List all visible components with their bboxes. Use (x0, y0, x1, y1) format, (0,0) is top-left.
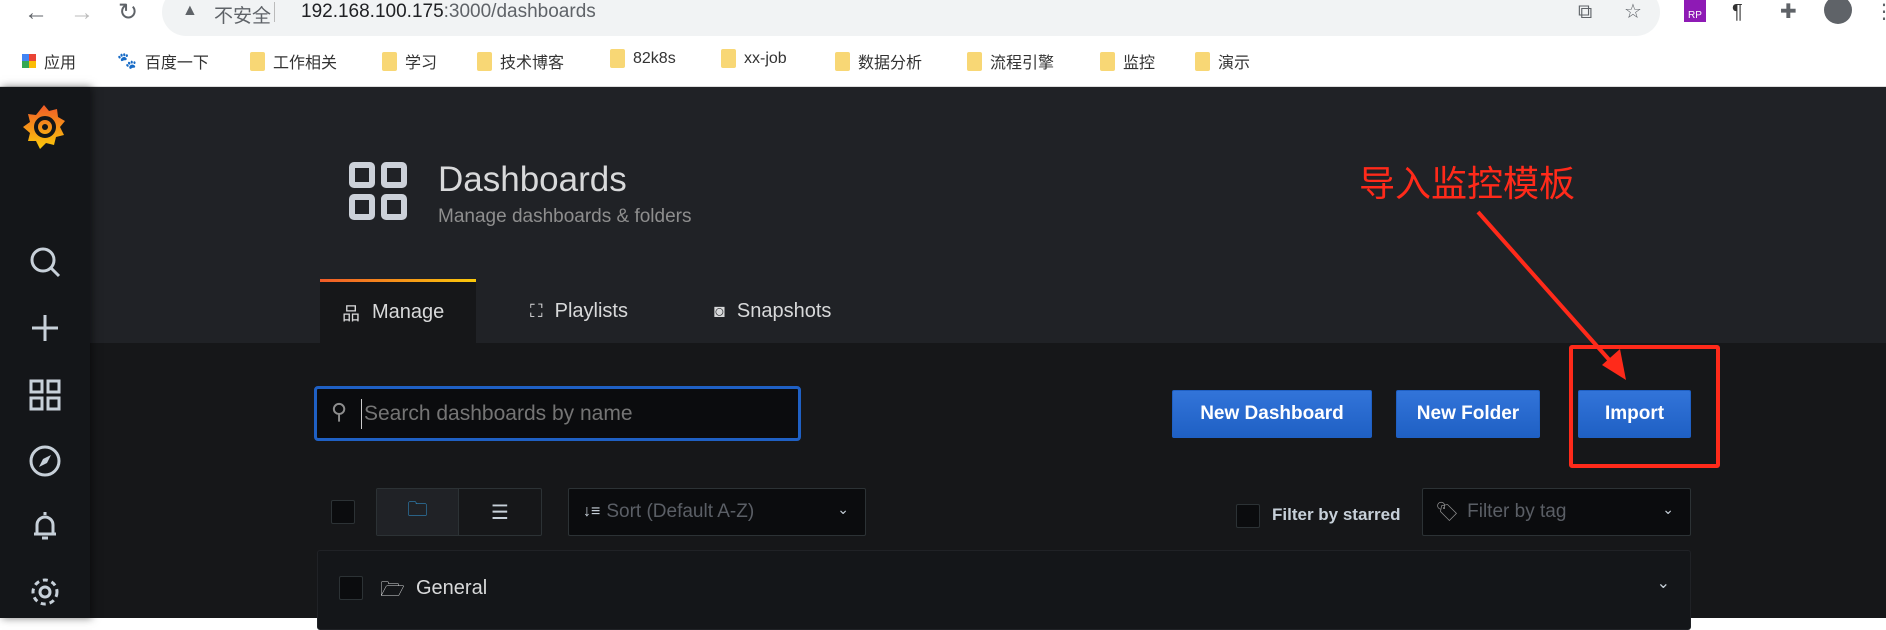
address-bar[interactable]: ▲ 不安全 192.168.100.175:3000/dashboards (162, 0, 1660, 36)
bookmark-folder[interactable]: 工作相关 (250, 49, 337, 73)
profile-avatar-icon[interactable] (1824, 0, 1852, 24)
presentation-play-icon: ⛶ (530, 300, 543, 321)
bookmark-label: 监控 (1123, 55, 1156, 72)
puzzle-icon[interactable]: ✚ (1780, 0, 1797, 24)
bookmark-folder[interactable]: 学习 (382, 49, 437, 73)
folder-icon (835, 51, 850, 71)
bookmark-label: 工作相关 (273, 55, 338, 72)
bookmark-label: 百度一下 (144, 55, 209, 72)
rp-extension-icon[interactable]: RP (1684, 0, 1706, 22)
filter-starred-checkbox[interactable] (1236, 504, 1260, 528)
apps-grid-icon (22, 54, 36, 68)
grafana-logo-icon[interactable] (22, 103, 66, 151)
folder-open-icon: 🗁 (380, 579, 405, 601)
chevron-down-icon: ⌄ (1662, 501, 1674, 517)
settings-gear-icon[interactable] (27, 574, 63, 610)
translate-icon[interactable]: ⧉ (1578, 0, 1592, 24)
url-text: 192.168.100.175:3000/dashboards (301, 1, 596, 23)
folder-view-icon[interactable]: 🗀 (377, 489, 459, 535)
list-view-icon[interactable]: ☰ (459, 489, 541, 535)
bookmark-label: 应用 (44, 55, 77, 72)
folder-icon (610, 49, 625, 68)
star-icon[interactable]: ☆ (1624, 0, 1642, 24)
pilcrow-extension-icon[interactable]: ¶ (1732, 0, 1743, 24)
bookmark-label: 流程引擎 (990, 55, 1055, 72)
bookmark-label: xx-job (744, 49, 787, 67)
filter-starred-label: Filter by starred (1272, 505, 1401, 524)
view-toggle: 🗀 ☰ (376, 488, 542, 536)
new-dashboard-button[interactable]: New Dashboard (1172, 390, 1372, 438)
new-folder-button[interactable]: New Folder (1396, 390, 1540, 438)
tab-label: Playlists (554, 299, 628, 322)
bookmark-baidu[interactable]: 🐾 百度一下 (117, 49, 209, 73)
tab-snapshots[interactable]: ◙ Snapshots (692, 279, 853, 343)
tab-label: Manage (372, 301, 445, 323)
bookmark-folder[interactable]: 流程引擎 (967, 49, 1054, 73)
bookmark-label: 数据分析 (858, 55, 923, 72)
folder-icon (967, 51, 982, 71)
bookmark-folder[interactable]: 监控 (1100, 49, 1155, 73)
folder-checkbox[interactable] (339, 576, 363, 600)
tag-filter-select[interactable]: 🏷 Filter by tag ⌄ (1422, 488, 1691, 536)
reload-icon[interactable]: ↻ (118, 0, 138, 26)
chevron-down-icon[interactable]: ⌄ (1657, 573, 1670, 593)
tab-manage[interactable]: 品 Manage (320, 279, 476, 343)
search-input[interactable]: ⚲ (314, 386, 801, 441)
sort-icon: ↓≡ (583, 503, 601, 520)
bookmark-folder[interactable]: 数据分析 (835, 49, 922, 73)
divider (274, 2, 275, 22)
baidu-paw-icon: 🐾 (117, 53, 137, 70)
tab-label: Snapshots (736, 299, 832, 322)
folder-icon (477, 51, 492, 71)
bookmark-label: 学习 (405, 55, 438, 72)
url-path: :3000/dashboards (443, 1, 596, 22)
tag-icon: 🏷 (1435, 502, 1460, 523)
camera-icon: ◙ (714, 300, 725, 321)
folder-icon (382, 51, 397, 71)
sidebar (0, 87, 90, 618)
folder-icon (1100, 51, 1115, 71)
sort-value: Sort (Default A-Z) (606, 501, 755, 522)
back-icon[interactable]: ← (24, 0, 48, 26)
bookmark-folder[interactable]: 演示 (1195, 49, 1250, 73)
select-all-checkbox[interactable] (331, 500, 355, 524)
folder-icon (1195, 51, 1210, 71)
search-icon: ⚲ (331, 399, 348, 424)
search-field[interactable] (361, 399, 781, 429)
sitemap-icon: 品 (342, 303, 360, 324)
folder-row-general[interactable]: 🗁 General ⌄ (317, 550, 1691, 630)
menu-icon[interactable]: ⋮ (1874, 0, 1886, 24)
page-title: Dashboards (438, 160, 627, 199)
bookmark-folder[interactable]: 技术博客 (477, 49, 564, 73)
dashboards-grid-icon (349, 162, 407, 220)
bookmark-label: 82k8s (633, 49, 676, 67)
bookmark-label: 技术博客 (500, 55, 565, 72)
url-host: 192.168.100.175 (301, 1, 444, 22)
forward-icon[interactable]: → (70, 0, 94, 26)
chevron-down-icon: ⌄ (837, 501, 849, 517)
tag-filter-placeholder: Filter by tag (1467, 501, 1567, 522)
dashboards-icon[interactable] (27, 377, 63, 413)
bookmark-folder[interactable]: 82k8s (610, 49, 676, 68)
page-subtitle: Manage dashboards & folders (438, 206, 692, 227)
bookmark-folder[interactable]: xx-job (721, 49, 787, 68)
insecure-label: 不安全 (214, 6, 272, 27)
annotation-arrow-icon (1476, 210, 1626, 380)
browser-chrome: ← → ↻ ▲ 不安全 192.168.100.175:3000/dashboa… (0, 0, 1886, 87)
folder-icon (250, 51, 265, 71)
annotation-text: 导入监控模板 (1359, 163, 1576, 204)
rp-label: RP (1688, 10, 1702, 21)
warning-icon: ▲ (182, 2, 198, 19)
folder-icon (721, 49, 736, 68)
search-icon[interactable] (27, 244, 63, 280)
bookmark-apps[interactable]: 应用 (22, 49, 76, 73)
bookmark-label: 演示 (1218, 55, 1251, 72)
plus-icon[interactable] (27, 310, 63, 346)
grafana-page: Dashboards Manage dashboards & folders 品… (0, 87, 1886, 630)
alerting-bell-icon[interactable] (27, 508, 63, 544)
explore-compass-icon[interactable] (27, 443, 63, 479)
folder-name: General (416, 577, 488, 599)
sort-select[interactable]: ↓≡ Sort (Default A-Z) ⌄ (568, 488, 866, 536)
tab-playlists[interactable]: ⛶ Playlists (508, 279, 650, 343)
